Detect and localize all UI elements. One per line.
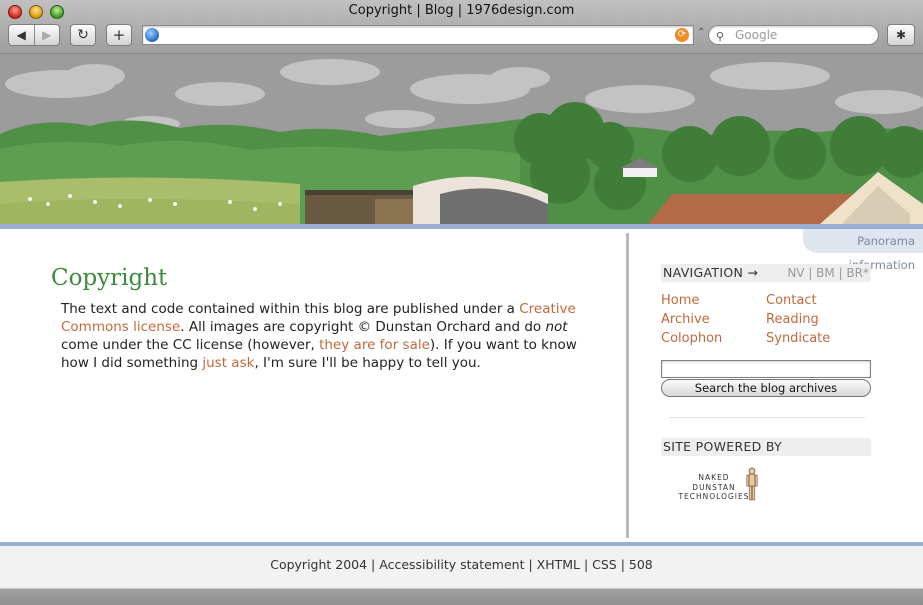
text-segment: . All images are copyright © Dunstan Orc…: [180, 319, 546, 335]
navigation-codes[interactable]: NV | BM | BR*: [787, 264, 869, 282]
browser-bottom-bar: [0, 589, 923, 605]
main-content: Copyright The text and code contained wi…: [0, 229, 628, 542]
footer-links[interactable]: Copyright 2004 | Accessibility statement…: [0, 557, 923, 572]
sidebar: Panorama information NAVIGATION → NV | B…: [629, 229, 923, 542]
nav-link-colophon[interactable]: Colophon: [661, 331, 722, 346]
nav-link-contact[interactable]: Contact: [766, 293, 817, 308]
bug-icon: ✱: [895, 28, 907, 42]
page-body: Copyright The text and code contained wi…: [0, 229, 923, 542]
address-dropdown-icon[interactable]: ⌃: [697, 27, 705, 38]
add-bookmark-button[interactable]: +: [106, 24, 132, 46]
sidebar-divider: [669, 417, 865, 418]
panorama-information-link[interactable]: Panorama information: [803, 229, 923, 272]
reload-button[interactable]: ↻: [70, 24, 96, 46]
page-title: Copyright: [51, 265, 168, 291]
back-icon[interactable]: ◀: [9, 28, 34, 42]
naked-figure-icon: [746, 467, 758, 501]
browser-titlebar: Copyright | Blog | 1976design.com ◀ ▶ ↻ …: [0, 0, 923, 54]
nav-link-syndicate[interactable]: Syndicate: [766, 331, 830, 346]
nav-link-home[interactable]: Home: [661, 293, 699, 308]
search-input[interactable]: ⚲ Google: [708, 25, 879, 45]
powered-by-heading: SITE POWERED BY: [661, 438, 871, 456]
text-segment: come under the CC license (however,: [61, 337, 320, 353]
archive-search-input[interactable]: [661, 360, 871, 378]
search-archives-button[interactable]: Search the blog archives: [661, 379, 871, 397]
forward-icon[interactable]: ▶: [35, 28, 60, 42]
address-bar[interactable]: ⟳: [142, 25, 694, 45]
panorama-illustration: [0, 54, 923, 224]
debug-button[interactable]: ✱: [887, 24, 915, 46]
globe-icon: [145, 28, 159, 42]
text-segment: , I'm sure I'll be happy to tell you.: [254, 355, 481, 371]
nav-link-archive[interactable]: Archive: [661, 312, 710, 327]
search-icon[interactable]: ⚲: [716, 28, 724, 46]
rss-icon[interactable]: ⟳: [675, 28, 689, 42]
just-ask-link[interactable]: just ask: [202, 355, 254, 371]
nav-link-reading[interactable]: Reading: [766, 312, 819, 327]
navigation-heading-label: NAVIGATION →: [663, 265, 759, 280]
footer: Copyright 2004 | Accessibility statement…: [0, 546, 923, 589]
back-forward-buttons: ◀ ▶: [8, 24, 60, 46]
reload-icon: ↻: [77, 27, 89, 43]
emphasis-not: not: [545, 319, 568, 335]
for-sale-link[interactable]: they are for sale: [319, 337, 430, 353]
text-segment: The text and code contained within this …: [61, 301, 520, 317]
search-placeholder: Google: [735, 28, 778, 42]
navigation-heading: NAVIGATION → NV | BM | BR*: [661, 264, 871, 282]
copyright-paragraph: The text and code contained within this …: [61, 300, 591, 372]
header-panorama: [0, 54, 923, 224]
window-title: Copyright | Blog | 1976design.com: [348, 3, 575, 18]
plus-icon: +: [112, 26, 126, 44]
